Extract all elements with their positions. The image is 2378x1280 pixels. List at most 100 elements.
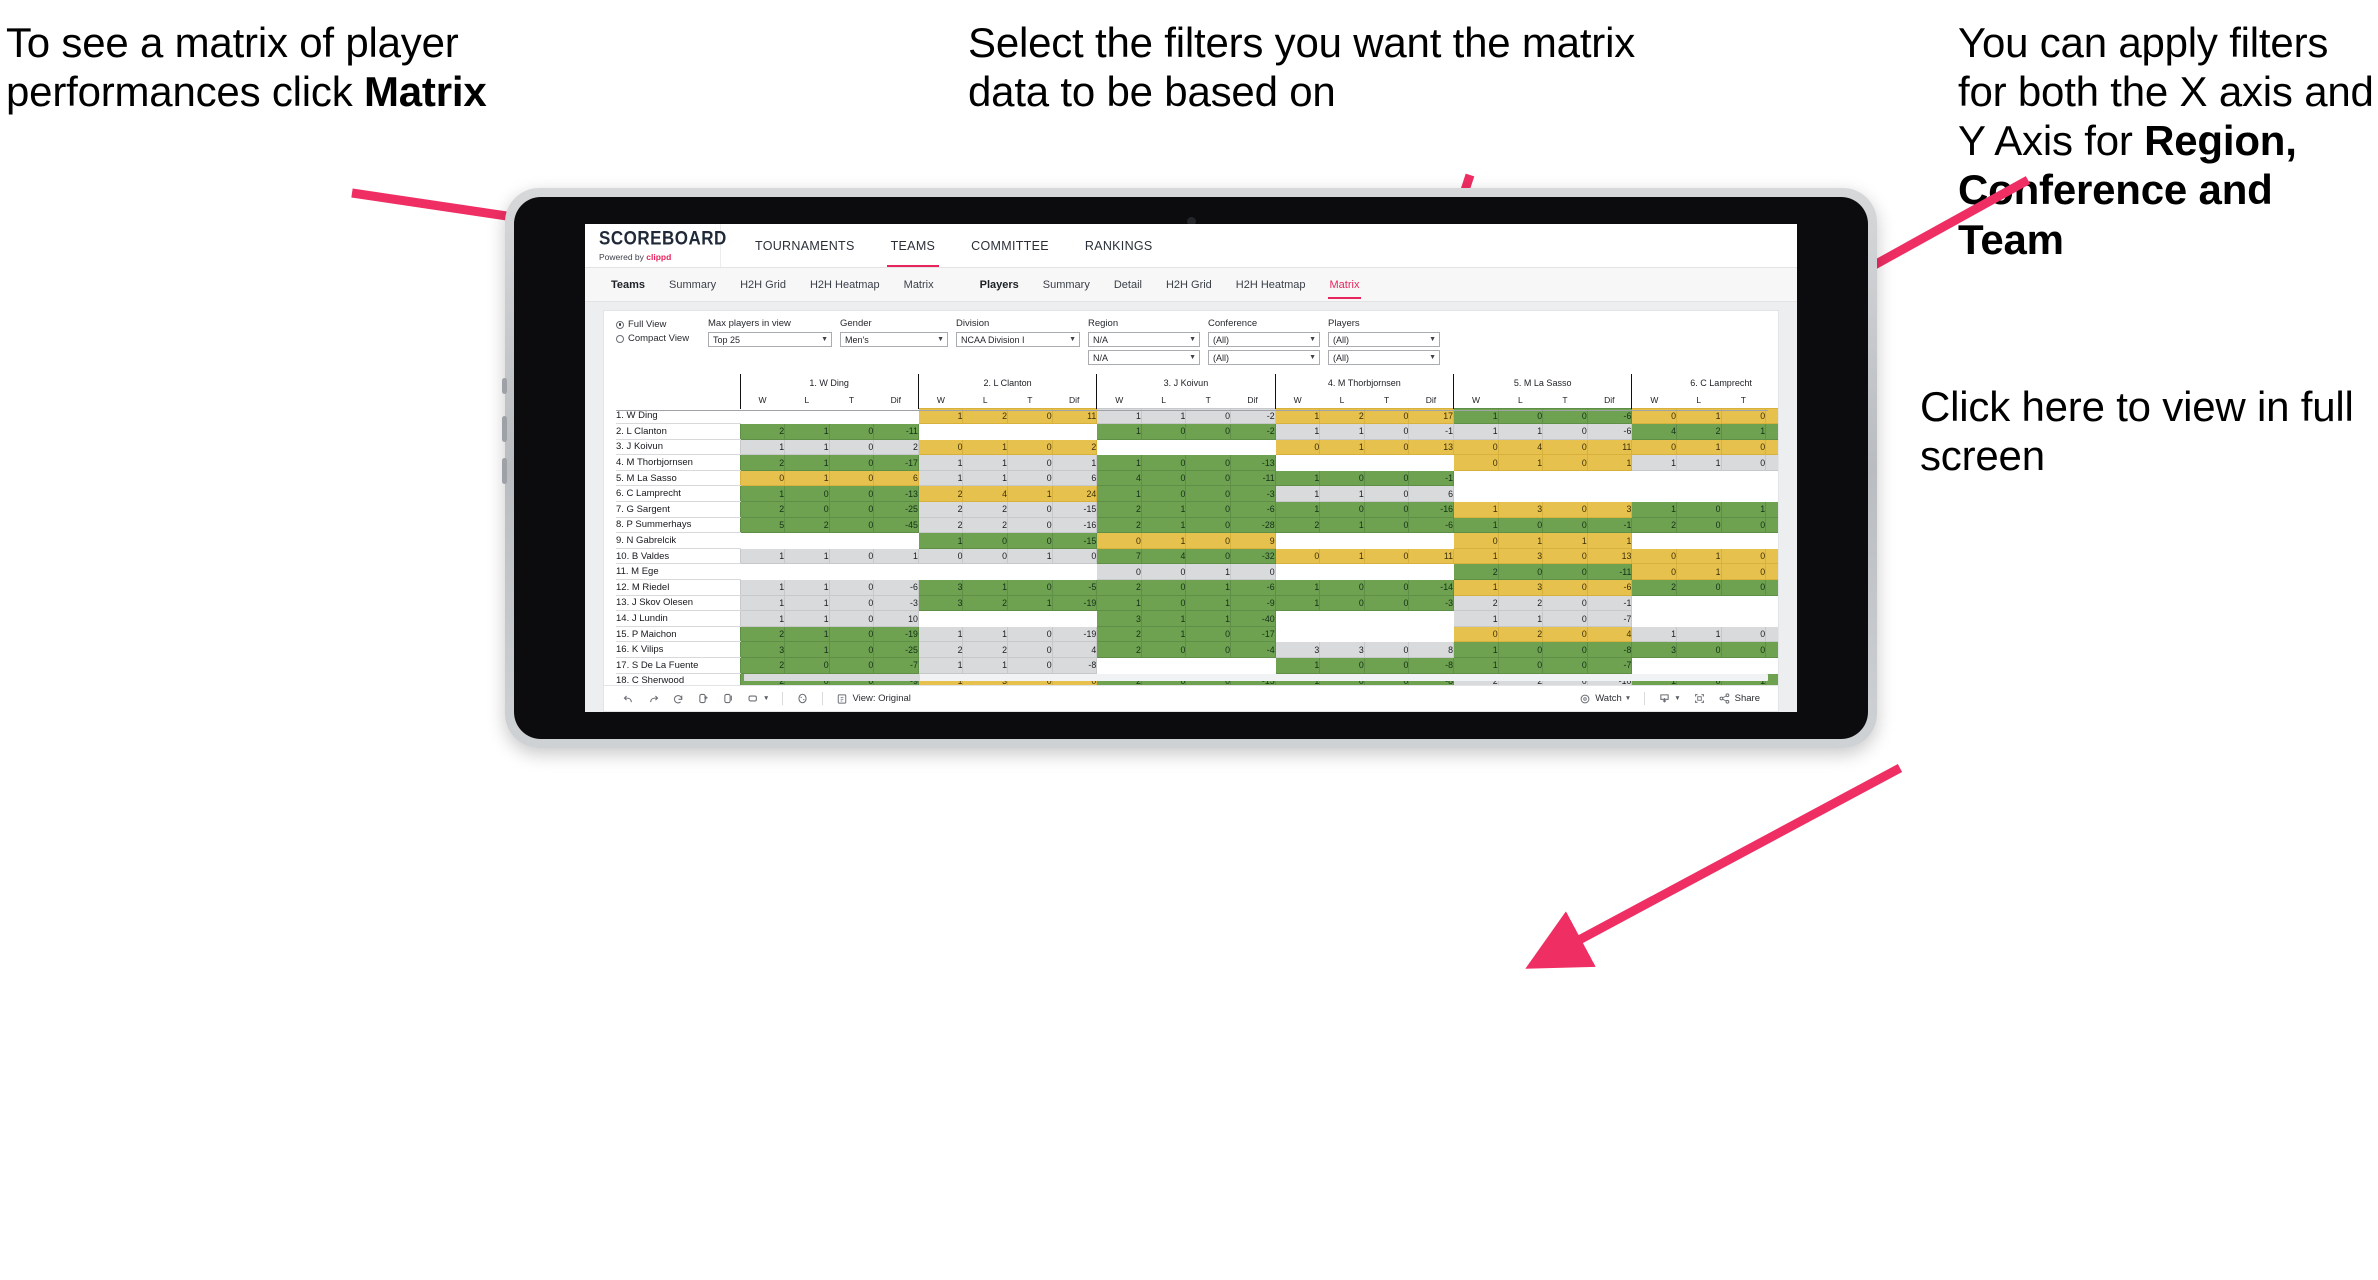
matrix-cell[interactable]: 0 [1007,532,1053,549]
matrix-cell[interactable]: 2 [917,641,964,658]
matrix-cell[interactable]: 1 [1675,438,1722,456]
matrix-cell[interactable]: 0 [1185,501,1232,518]
matrix-cell[interactable] [1274,563,1321,581]
alerts-icon[interactable] [790,689,815,709]
matrix-cell[interactable]: 2 [1096,579,1142,596]
matrix-cell[interactable]: 1 [1675,547,1722,565]
matrix-cell[interactable]: 0 [784,485,830,503]
matrix-cell[interactable] [1542,469,1588,487]
matrix-cell[interactable]: 1 [1274,579,1321,596]
matrix-cell[interactable]: 0 [1363,485,1410,503]
filter-select-conference[interactable]: (All) ▼ [1208,332,1320,347]
matrix-cell[interactable]: -3 [873,594,919,612]
matrix-cell[interactable]: 0 [828,641,875,658]
matrix-cell[interactable] [828,532,875,549]
matrix-cell[interactable]: 0 [1542,579,1588,596]
matrix-cell[interactable]: -19 [1051,625,1098,643]
matrix-cell[interactable]: -32 [1230,547,1276,565]
tab-teams_group-h2h-grid[interactable]: H2H Grid [728,268,798,301]
filter-select-conference-2[interactable]: (All) ▼ [1208,350,1320,365]
matrix-cell[interactable]: -25 [873,501,919,518]
matrix-cell[interactable]: 1 [1453,610,1499,627]
matrix-cell[interactable]: 1 [962,454,1009,471]
matrix-cell[interactable]: 1 [1185,579,1232,596]
matrix-cell[interactable] [1631,594,1677,612]
matrix-cell[interactable]: 0 [1185,641,1232,658]
matrix-cell[interactable]: 3 [1765,438,1778,456]
matrix-cell[interactable] [1051,563,1098,581]
matrix-cell[interactable]: 3 [1497,547,1544,565]
matrix-cell[interactable]: 1 [1140,625,1187,643]
matrix-cell[interactable]: 0 [1497,641,1544,658]
matrix-cell[interactable]: 1 [1140,516,1187,534]
matrix-cell[interactable] [1007,563,1053,581]
matrix-cell[interactable] [1319,454,1365,471]
matrix-cell[interactable]: -1 [1586,594,1633,612]
matrix-cell[interactable]: 0 [828,594,875,612]
matrix-cell[interactable]: 1 [784,547,830,565]
matrix-cell[interactable]: 0 [917,438,964,456]
matrix-cell[interactable]: 1 [784,625,830,643]
matrix-cell[interactable]: 3 [1319,641,1365,658]
matrix-cell[interactable]: 1 [1007,594,1053,612]
matrix-cell[interactable]: 1 [1319,438,1365,456]
matrix-cell[interactable]: 0 [828,454,875,471]
matrix-cell[interactable] [1007,610,1053,627]
matrix-cell[interactable]: 1 [1453,547,1499,565]
matrix-cell[interactable] [1765,610,1778,627]
matrix-cell[interactable]: 3 [739,641,786,658]
matrix-cell[interactable]: 1 [1542,532,1588,549]
matrix-cell[interactable]: 1 [1274,501,1321,518]
matrix-cell[interactable]: 1 [739,579,786,596]
matrix-cell[interactable] [739,532,786,549]
matrix-cell[interactable]: 2 [784,516,830,534]
matrix-cell[interactable]: 5 [739,516,786,534]
matrix-cell[interactable]: 2 [1096,625,1142,643]
matrix-cell[interactable]: 1 [784,469,830,487]
matrix-cell[interactable]: 0 [1007,657,1053,674]
matrix-cell[interactable]: 0 [828,547,875,565]
matrix-cell[interactable] [784,563,830,581]
matrix-cell[interactable]: -5 [1051,579,1098,596]
matrix-cell[interactable]: -19 [873,625,919,643]
matrix-cell[interactable] [1051,423,1098,440]
matrix-cell[interactable]: 0 [1185,423,1232,440]
matrix-cell[interactable] [917,563,964,581]
matrix-cell[interactable]: 0 [828,657,875,674]
matrix-cell[interactable]: 2 [962,641,1009,658]
matrix-cell[interactable]: 0 [1363,547,1410,565]
matrix-cell[interactable]: 3 [1497,501,1544,518]
matrix-cell[interactable]: 0 [1319,469,1365,487]
matrix-cell[interactable]: -45 [873,516,919,534]
matrix-cell[interactable]: 2 [1453,563,1499,581]
matrix-cell[interactable] [1765,469,1778,487]
matrix-cell[interactable]: 1 [1319,485,1365,503]
matrix-cell[interactable]: -16 [1408,501,1454,518]
matrix-cell[interactable]: 2 [1497,625,1544,643]
matrix-cell[interactable] [1408,563,1454,581]
matrix-cell[interactable]: 0 [1363,501,1410,518]
matrix-cell[interactable] [1720,532,1767,549]
matrix-cell[interactable] [1274,532,1321,549]
matrix-cell[interactable]: -3 [1230,485,1276,503]
matrix-cell[interactable]: -7 [1765,625,1778,643]
matrix-cell[interactable]: 1 [917,469,964,487]
matrix-cell[interactable]: -15 [1051,532,1098,549]
matrix-cell[interactable]: 4 [962,485,1009,503]
matrix-cell[interactable]: 0 [1140,469,1187,487]
matrix-cell[interactable]: 11 [1408,547,1454,565]
matrix-cell[interactable]: 0 [1453,454,1499,471]
tab-players_group-players[interactable]: Players [968,268,1031,301]
matrix-cell[interactable]: 0 [1720,547,1767,565]
matrix-cell[interactable] [1720,485,1767,503]
matrix-cell[interactable]: 1 [1586,532,1633,549]
matrix-cell[interactable]: 24 [1051,485,1098,503]
matrix-cell[interactable]: 1 [784,579,830,596]
download-icon[interactable]: ▼ [1652,689,1686,709]
matrix-cell[interactable]: 0 [1453,625,1499,643]
matrix-cell[interactable]: 1 [1140,610,1187,627]
matrix-cell[interactable]: -40 [1230,610,1276,627]
matrix-cell[interactable]: -24 [1765,423,1778,440]
matrix-cell[interactable]: 0 [1274,547,1321,565]
view-mode-full-view[interactable]: Full View [616,319,708,330]
